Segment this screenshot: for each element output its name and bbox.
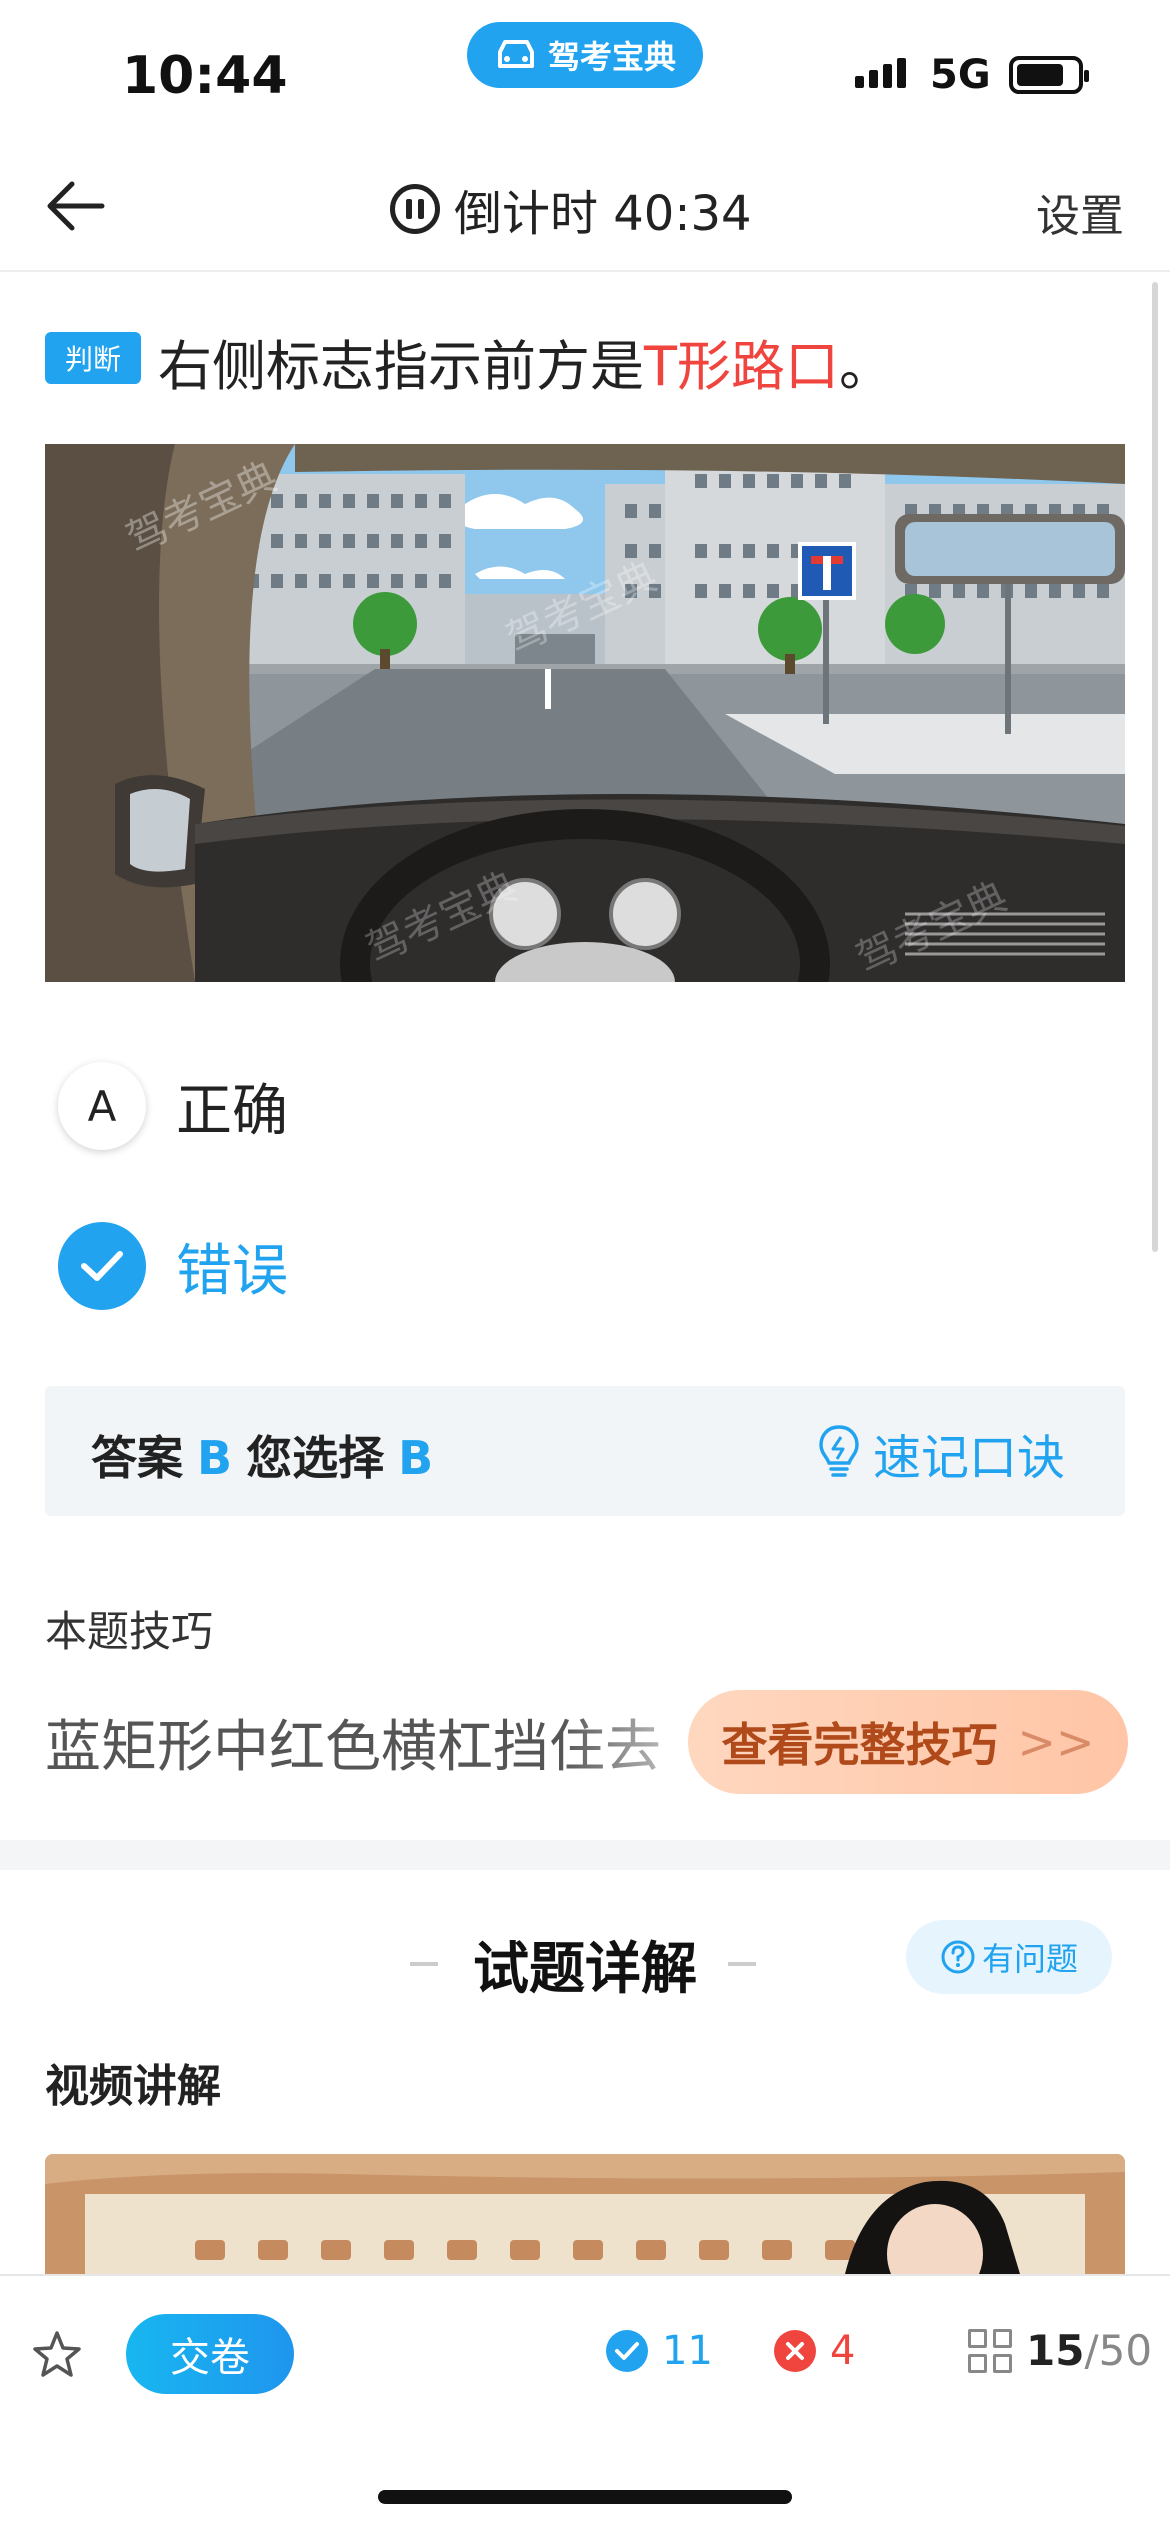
choice-value: B [398,1431,434,1485]
lightbulb-icon [819,1425,859,1477]
choice-label: 您选择 [246,1431,385,1485]
question-progress[interactable]: 15/50 [968,2326,1152,2375]
option-a[interactable]: A 正确 [58,1062,288,1150]
nav-bar: 倒计时 40:34 设置 [0,140,1170,272]
question-text: 右侧标志指示前方是T形路口。 [158,322,893,401]
wrong-counter[interactable]: 4 [774,2328,855,2374]
details-header: 试题详解 有问题 [0,1920,1170,2002]
exam-screen: 10:44 驾考宝典 5G 倒计时 40:34 设置 判断 右侧标志指示前方是T… [0,0,1170,2532]
divider-dash [728,1962,756,1966]
signal-icon [855,58,906,88]
view-full-tip-label: 查看完整技巧 [721,1718,998,1772]
home-indicator[interactable] [378,2490,792,2504]
mnemonic-button[interactable]: 速记口诀 [815,1418,1065,1488]
wrong-count: 4 [830,2328,856,2374]
submit-exam-button[interactable]: 交卷 [126,2314,294,2394]
total-questions: /50 [1084,2326,1153,2375]
answer-summary: 答案 B 您选择 B [91,1422,447,1488]
question-type-badge: 判断 [45,332,141,384]
report-question-label: 有问题 [981,1940,1078,1978]
report-question-button[interactable]: 有问题 [906,1920,1112,1994]
view-full-tip-button[interactable]: 查看完整技巧 >> [688,1690,1128,1794]
double-chevron-icon: >> [1017,1715,1095,1769]
question-text-before: 右侧标志指示前方是 [158,335,644,398]
mnemonic-label: 速记口诀 [872,1430,1065,1486]
pause-icon[interactable] [390,184,440,234]
settings-button[interactable]: 设置 [1036,180,1124,244]
correct-check-icon [606,2330,648,2372]
option-b-label: 错误 [176,1238,288,1304]
question-text-after: 。 [839,335,893,398]
checkmark-icon[interactable] [58,1222,146,1310]
answer-value: B [197,1431,233,1485]
option-a-label: 正确 [176,1078,288,1144]
video-thumbnail[interactable] [45,2154,1125,2274]
app-badge-label: 驾考宝典 [547,38,676,76]
question-image[interactable]: 驾考宝典 驾考宝典 驾考宝典 驾考宝典 [45,444,1125,982]
status-bar: 10:44 驾考宝典 5G [0,0,1170,140]
clock: 10:44 [122,46,288,106]
video-section-title: 视频讲解 [45,2061,221,2112]
question-mark-icon [941,1940,975,1974]
countdown-label: 倒计时 40:34 [454,186,752,242]
back-arrow-icon[interactable] [40,178,110,234]
wrong-x-icon [774,2330,816,2372]
app-badge: 驾考宝典 [467,22,703,88]
countdown-timer[interactable]: 倒计时 40:34 [390,174,752,244]
option-a-marker[interactable]: A [58,1062,146,1150]
answer-label: 答案 [91,1431,183,1485]
current-question: 15 [1026,2326,1085,2375]
star-icon[interactable] [30,2328,84,2382]
correct-count: 11 [662,2328,713,2374]
correct-counter[interactable]: 11 [606,2328,713,2374]
question-text-highlight: T形路口 [644,335,839,398]
option-b[interactable]: 错误 [58,1222,288,1310]
grid-icon [968,2328,1012,2373]
car-icon [497,40,534,68]
network-type: 5G [930,52,991,98]
battery-icon [1009,56,1089,94]
section-divider [0,1840,1170,1870]
scrollbar[interactable] [1152,282,1158,1252]
answer-box: 答案 B 您选择 B 速记口诀 [45,1386,1125,1516]
tip-title: 本题技巧 [45,1607,214,1656]
